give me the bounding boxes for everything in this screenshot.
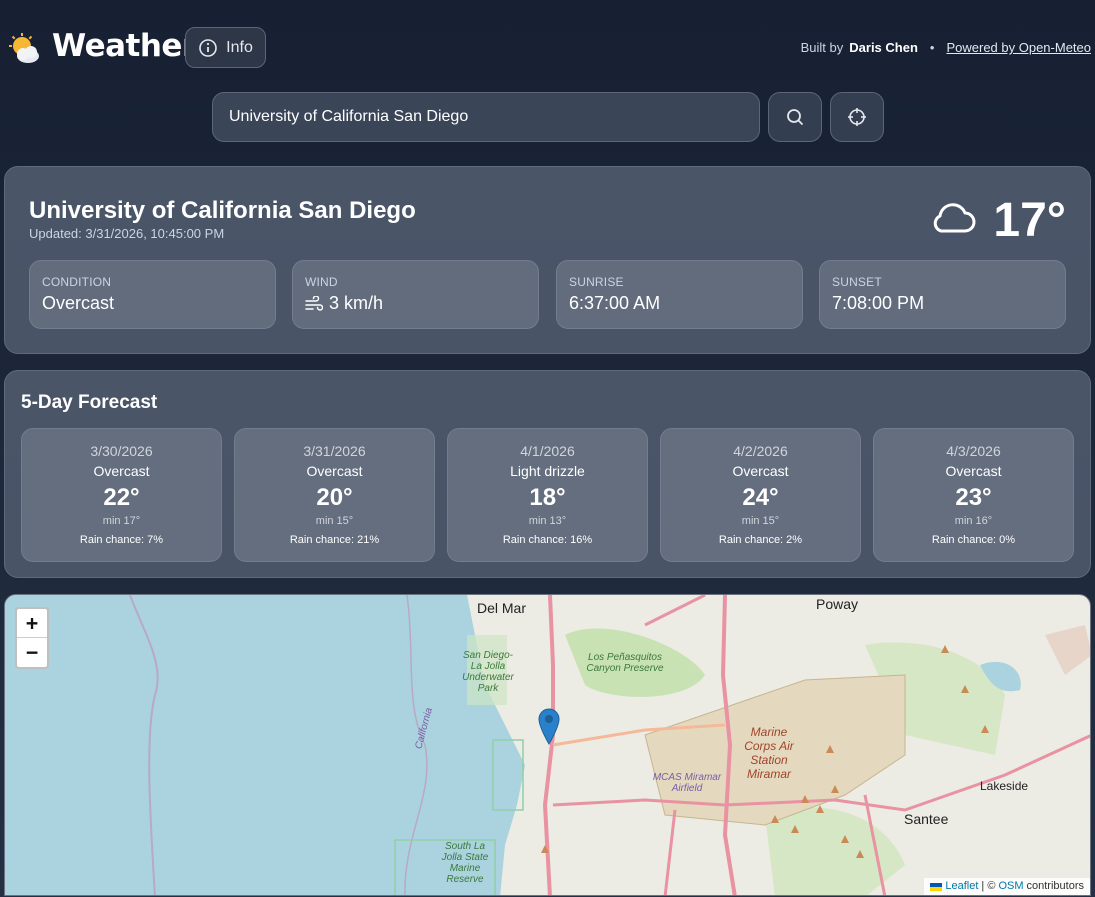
- day-rain-chance: Rain chance: 7%: [79, 534, 164, 546]
- map-label-poway: Poway: [816, 596, 859, 612]
- attribution-suffix: contributors: [1026, 880, 1084, 892]
- day-date: 4/1/2026: [520, 443, 575, 459]
- day-rain-chance: Rain chance: 0%: [931, 534, 1016, 546]
- stat-value: 7:08:00 PM: [832, 293, 1053, 314]
- credits-separator: •: [929, 40, 935, 55]
- current-weather-card: University of California San Diego Updat…: [4, 166, 1091, 354]
- info-button[interactable]: Info: [185, 27, 266, 68]
- day-rain-chance: Rain chance: 21%: [289, 534, 380, 546]
- wind-value: 3 km/h: [329, 293, 384, 313]
- stat-value: 6:37:00 AM: [569, 293, 790, 314]
- forecast-day: 3/30/2026 Overcast 22° min 17° Rain chan…: [21, 428, 222, 562]
- forecast-day: 3/31/2026 Overcast 20° min 15° Rain chan…: [234, 428, 435, 562]
- author-name: Daris Chen: [849, 40, 918, 55]
- day-condition: Overcast: [306, 463, 363, 479]
- day-max-temp: 24°: [742, 484, 779, 511]
- day-date: 3/31/2026: [303, 443, 366, 459]
- day-rain-chance: Rain chance: 2%: [718, 534, 803, 546]
- wind-icon: [305, 295, 323, 311]
- day-min-temp: min 15°: [741, 515, 780, 527]
- map-label-santee: Santee: [904, 811, 949, 827]
- map-tiles[interactable]: [5, 595, 1091, 896]
- forecast-day: 4/1/2026 Light drizzle 18° min 13° Rain …: [447, 428, 648, 562]
- map-label-lakeside: Lakeside: [980, 779, 1029, 793]
- day-min-temp: min 13°: [528, 515, 567, 527]
- map[interactable]: Del Mar Poway Santee Lakeside California…: [4, 594, 1091, 896]
- stat-label: CONDITION: [42, 275, 112, 289]
- map-label-penasquitos: Los Peñasquitos Canyon Preserve: [586, 652, 664, 674]
- day-min-temp: min 16°: [954, 515, 993, 527]
- powered-by-link[interactable]: Powered by Open-Meteo: [946, 40, 1091, 55]
- stat-wind: WIND 3 km/h: [292, 260, 539, 329]
- day-date: 4/2/2026: [733, 443, 788, 459]
- day-condition: Overcast: [945, 463, 1002, 479]
- stat-sunrise: SUNRISE 6:37:00 AM: [556, 260, 803, 329]
- app-title: Weather: [52, 28, 197, 64]
- day-max-temp: 22°: [103, 484, 140, 511]
- day-min-temp: min 15°: [315, 515, 354, 527]
- stat-condition: CONDITION Overcast: [29, 260, 276, 329]
- search-icon: [787, 109, 803, 125]
- day-min-temp: min 17°: [102, 515, 141, 527]
- map-attribution: Leaflet | © OSM contributors: [924, 878, 1090, 895]
- forecast-title: 5-Day Forecast: [21, 392, 158, 413]
- search-button[interactable]: [768, 92, 822, 142]
- locate-button[interactable]: [830, 92, 884, 142]
- stat-value: Overcast: [42, 293, 263, 314]
- stat-label: WIND: [305, 275, 338, 289]
- search-input[interactable]: [212, 92, 760, 142]
- stat-value: 3 km/h: [305, 293, 526, 314]
- day-condition: Overcast: [93, 463, 150, 479]
- day-rain-chance: Rain chance: 16%: [502, 534, 593, 546]
- day-date: 4/3/2026: [946, 443, 1001, 459]
- info-icon: [199, 38, 217, 57]
- attribution-separator: | ©: [981, 880, 996, 892]
- zoom-in-button[interactable]: +: [17, 609, 47, 638]
- sun-cloud-icon: [9, 33, 39, 63]
- app-header: Weather Info Built by Daris Chen • Power…: [0, 0, 1095, 90]
- current-temperature: 17°: [993, 194, 1066, 247]
- sunrise-value: 6:37:00 AM: [569, 293, 661, 313]
- map-label-miramar-station: Marine Corps Air Station Miramar: [744, 725, 794, 781]
- map-label-del-mar: Del Mar: [477, 600, 527, 616]
- forecast-card: 5-Day Forecast 3/30/2026 Overcast 22° mi…: [4, 370, 1091, 578]
- map-marker-icon[interactable]: [537, 707, 561, 745]
- info-button-label: Info: [226, 38, 253, 56]
- sunset-value: 7:08:00 PM: [832, 293, 925, 313]
- map-label-south-la-jolla: South La Jolla State Marine Reserve: [441, 841, 489, 885]
- day-condition: Overcast: [732, 463, 789, 479]
- crosshair-icon: [848, 108, 866, 126]
- day-max-temp: 20°: [316, 484, 353, 511]
- condition-value: Overcast: [42, 293, 115, 313]
- zoom-control: + −: [15, 607, 49, 669]
- forecast-day: 4/3/2026 Overcast 23° min 16° Rain chanc…: [873, 428, 1074, 562]
- map-label-la-jolla-park: San Diego-La Jolla Underwater Park: [462, 650, 514, 694]
- built-by-prefix: Built by: [800, 40, 844, 55]
- credits: Built by Daris Chen • Powered by Open-Me…: [801, 40, 1091, 55]
- cloud-icon: [933, 203, 976, 233]
- day-max-temp: 23°: [955, 484, 992, 511]
- stat-label: SUNSET: [832, 275, 882, 289]
- stat-label: SUNRISE: [569, 275, 624, 289]
- day-date: 3/30/2026: [90, 443, 153, 459]
- day-condition: Light drizzle: [510, 463, 585, 479]
- location-name: University of California San Diego: [29, 197, 416, 224]
- map-label-miramar-airfield: MCAS Miramar Airfield: [652, 772, 722, 794]
- day-max-temp: 18°: [529, 484, 566, 511]
- updated-timestamp: Updated: 3/31/2026, 10:45:00 PM: [29, 226, 225, 241]
- osm-link[interactable]: OSM: [998, 878, 1023, 895]
- zoom-out-button[interactable]: −: [17, 638, 47, 667]
- stat-sunset: SUNSET 7:08:00 PM: [819, 260, 1066, 329]
- forecast-day: 4/2/2026 Overcast 24° min 15° Rain chanc…: [660, 428, 861, 562]
- leaflet-link[interactable]: Leaflet: [945, 878, 978, 895]
- ukraine-flag-icon: [930, 882, 943, 891]
